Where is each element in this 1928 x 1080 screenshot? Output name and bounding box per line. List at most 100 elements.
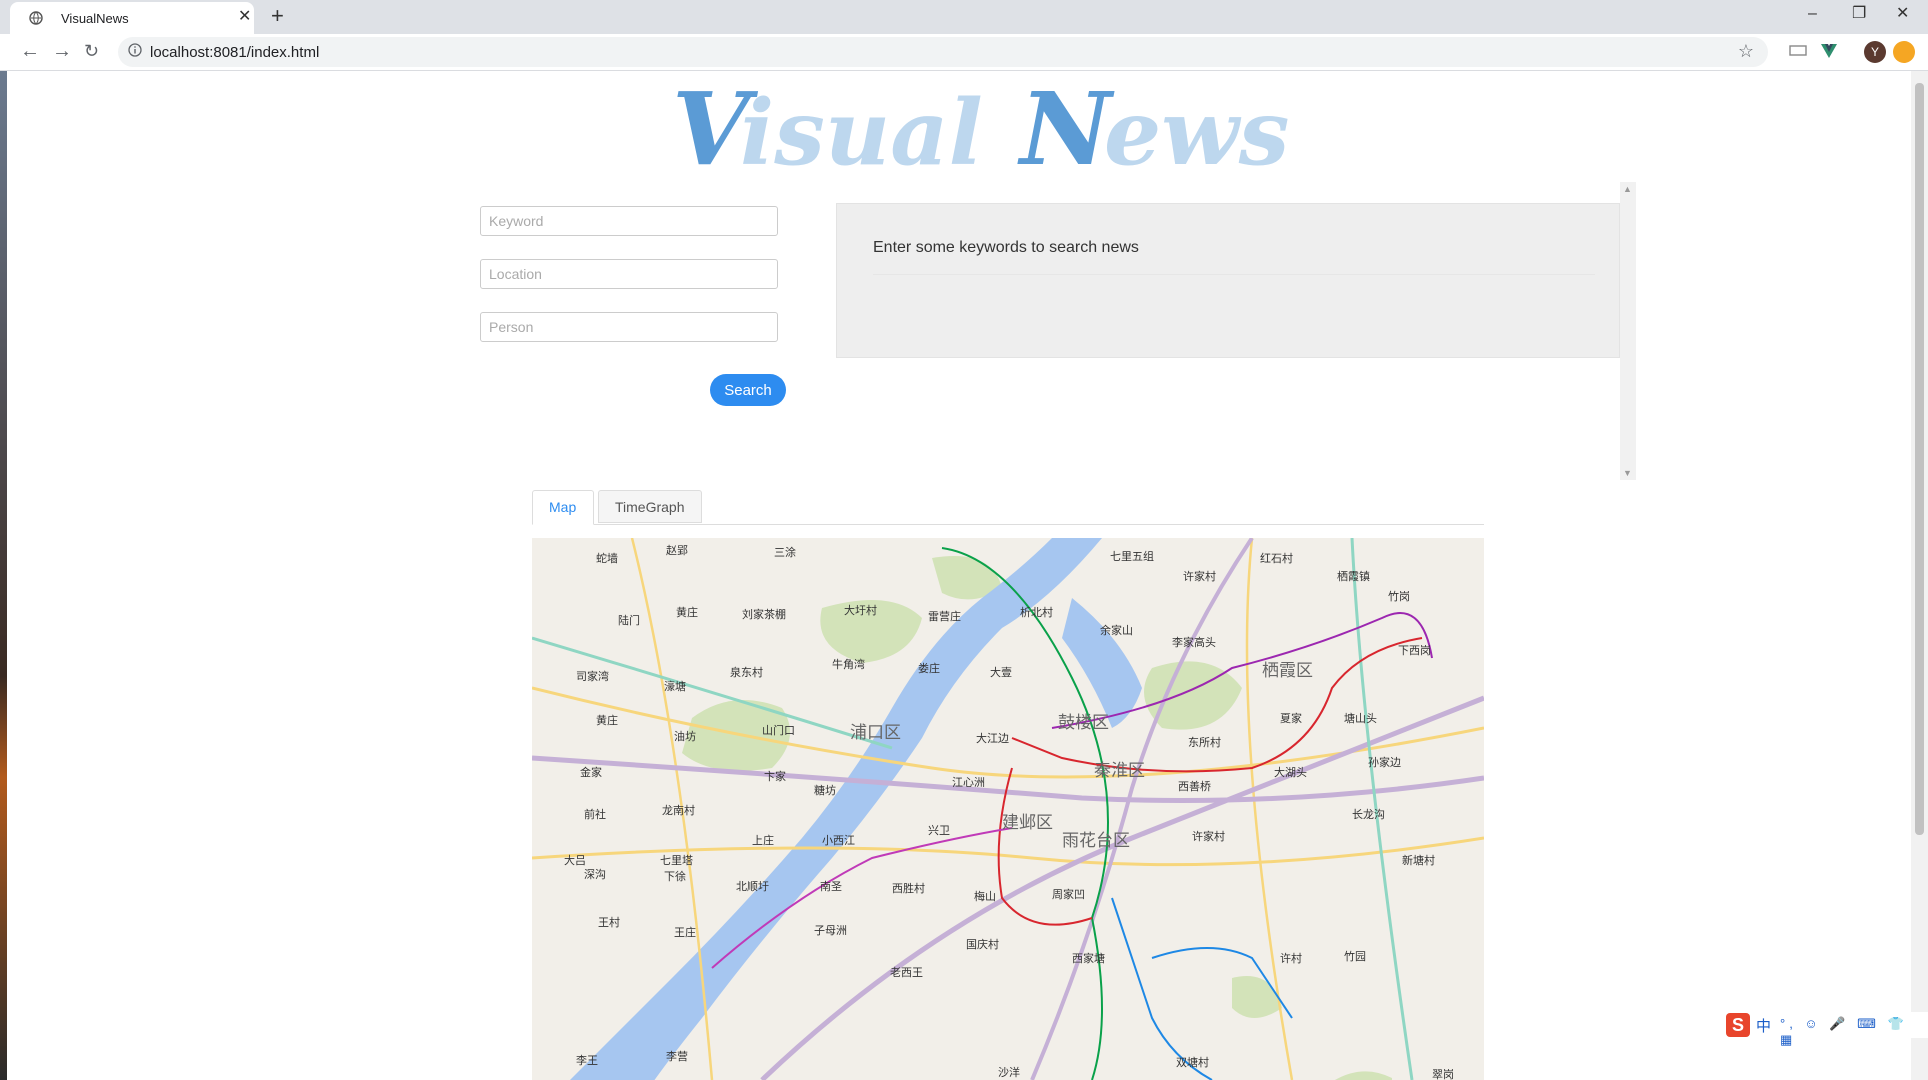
district-label: 雨花台区 [1062,831,1130,850]
sogou-icon[interactable]: S [1726,1013,1750,1037]
place-label: 蛇墙 [596,553,618,565]
place-label: 刘家茶棚 [742,609,786,621]
place-label: 濠塘 [664,681,686,693]
location-input[interactable] [480,259,778,289]
place-label: 兴卫 [928,825,950,837]
ime-toolbar[interactable]: S 中 °, ☺ 🎤 ⌨ 👕 ▦ [1724,1012,1928,1047]
keyword-input[interactable] [480,206,778,236]
divider [873,274,1595,275]
place-label: 栖霞镇 [1337,571,1370,583]
place-label: 长龙沟 [1352,809,1385,821]
place-label: 小西江 [822,835,855,847]
place-label: 司家湾 [576,671,609,683]
place-label: 泉东村 [730,667,763,679]
globe-icon [29,11,43,25]
place-label: 王庄 [674,927,696,939]
reload-icon[interactable]: ↻ [84,40,99,62]
district-label: 秦淮区 [1094,761,1145,780]
place-label: 山门口 [762,725,795,737]
place-label: 黄庄 [676,607,698,619]
place-label: 金家 [580,767,602,779]
place-label: 许村 [1280,953,1302,965]
tab-timegraph[interactable]: TimeGraph [598,490,702,523]
place-label: 李家高头 [1172,637,1216,649]
place-label: 娄庄 [918,663,940,675]
place-label: 子母洲 [814,925,847,937]
place-label: 双塘村 [1176,1057,1209,1069]
place-label: 西胜村 [892,883,925,895]
place-label: 西家塘 [1072,953,1105,965]
tab-close-icon[interactable]: ✕ [238,9,251,25]
place-label: 下西岗 [1398,645,1431,657]
search-button[interactable]: Search [710,374,786,406]
place-label: 红石村 [1260,553,1293,565]
restore-button[interactable]: ❐ [1852,4,1866,24]
district-label: 鼓楼区 [1058,713,1109,732]
place-label: 余家山 [1100,625,1133,637]
place-label: 赵郢 [666,545,688,557]
scrollbar-thumb[interactable] [1915,83,1924,835]
tab-strip: VisualNews ✕ + – ❐ ✕ [0,0,1928,34]
window-close-button[interactable]: ✕ [1896,4,1909,24]
place-label: 塘山头 [1344,713,1377,725]
page-scrollbar[interactable] [1911,71,1928,1080]
place-label: 糖坊 [814,785,836,797]
place-label: 大吕 [564,855,586,867]
place-label: 西善桥 [1178,781,1211,793]
profile-avatar[interactable]: Y [1864,41,1886,63]
person-input[interactable] [480,312,778,342]
vue-devtools-icon[interactable] [1820,42,1838,60]
place-label: 三涂 [774,547,796,559]
place-label: 周家凹 [1052,889,1085,901]
scroll-down-icon[interactable]: ▼ [1623,468,1632,478]
place-label: 许家村 [1192,831,1225,843]
browser-toolbar: ← → ↻ localhost:8081/index.html ☆ Y [0,34,1928,71]
ime-language[interactable]: 中 [1756,1015,1771,1036]
extension-coin-icon[interactable] [1893,41,1915,63]
place-label: 大江边 [976,733,1009,745]
map-view[interactable]: 栖霞区 鼓楼区 浦口区 秦淮区 建邺区 雨花台区 蛇墙 赵郢 三涂 七里五组 红… [532,538,1484,1080]
results-scrollbar[interactable]: ▲ ▼ [1620,182,1636,480]
place-label: 深沟 [584,869,606,881]
extension-ticket-icon[interactable] [1788,42,1808,58]
bookmark-star-icon[interactable]: ☆ [1738,41,1754,62]
new-tab-button[interactable]: + [271,4,284,28]
place-label: 李营 [666,1051,688,1063]
place-label: 南圣 [820,881,842,893]
place-label: 大壹 [990,667,1012,679]
info-icon[interactable] [128,43,142,57]
place-label: 下徐 [664,871,686,883]
address-bar[interactable]: localhost:8081/index.html ☆ [118,37,1768,67]
district-label: 浦口区 [850,723,901,742]
place-label: 雷营庄 [928,611,961,623]
results-panel: Enter some keywords to search news [836,203,1620,358]
place-label: 上庄 [752,835,774,847]
place-label: 王村 [598,917,620,929]
minimize-button[interactable]: – [1808,4,1817,24]
place-label: 油坊 [674,731,696,743]
place-label: 牛角湾 [832,659,865,671]
visualnews-logo: V isual N ews [672,72,1289,182]
place-label: 李王 [576,1055,598,1067]
place-label: 沙洋 [998,1067,1020,1079]
svg-text:ews: ews [1104,80,1289,182]
place-label: 大湖头 [1274,767,1307,779]
place-label: 梅山 [974,891,996,903]
svg-text:N: N [1017,72,1115,182]
url-text: localhost:8081/index.html [150,44,320,61]
place-label: 析北村 [1020,607,1053,619]
ime-icons[interactable]: °, ☺ 🎤 ⌨ 👕 ▦ [1780,1016,1928,1048]
place-label: 东所村 [1188,737,1221,749]
place-label: 北顺圩 [736,881,769,893]
tab-map[interactable]: Map [532,490,594,525]
forward-arrow-icon[interactable]: → [52,40,72,62]
place-label: 许家村 [1183,571,1216,583]
place-label: 新塘村 [1402,855,1435,867]
back-arrow-icon[interactable]: ← [20,40,40,62]
place-label: 七里五组 [1110,551,1154,563]
place-label: 竹岗 [1388,591,1410,603]
place-label: 龙南村 [662,805,695,817]
browser-tab[interactable]: VisualNews ✕ [10,2,254,34]
place-label: 卞家 [764,771,786,783]
scroll-up-icon[interactable]: ▲ [1623,184,1632,194]
